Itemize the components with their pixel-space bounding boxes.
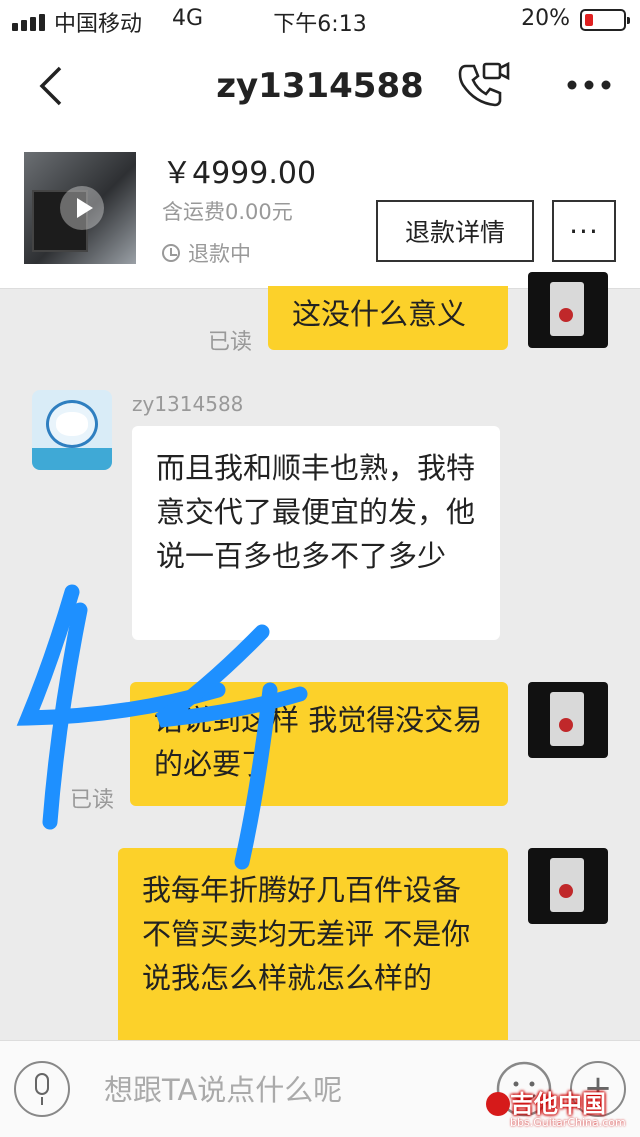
message-text: 而且我和顺丰也熟，我特意交代了最便宜的发，他说一百多也多不了多少 (156, 451, 476, 573)
my-avatar[interactable] (528, 682, 608, 758)
my-avatar[interactable] (528, 848, 608, 924)
message-input[interactable]: 想跟TA说点什么呢 (104, 1067, 342, 1109)
message-text: 我每年折腾好几百件设备 不管买卖均无差评 不是你说我怎么样就怎么样的 (142, 873, 471, 995)
refund-details-button[interactable]: 退款详情 (376, 200, 534, 262)
watermark-title: 吉他中国 (510, 1090, 606, 1118)
message-text: 这没什么意义 (292, 297, 467, 331)
chat-header: zy1314588 (0, 40, 640, 132)
battery-icon (580, 9, 630, 31)
play-icon[interactable] (60, 186, 104, 230)
message-bubble-incoming[interactable]: 而且我和顺丰也熟，我特意交代了最便宜的发，他说一百多也多不了多少 (132, 426, 500, 640)
product-price: ￥4999.00 (162, 156, 317, 191)
phone-video-icon[interactable] (458, 60, 510, 110)
read-receipt: 已读 (70, 788, 115, 813)
product-thumbnail[interactable] (24, 152, 136, 264)
site-watermark: 吉他中国 bbs.GuitarChina.com (480, 1076, 640, 1136)
order-status: 退款中 (162, 238, 251, 268)
my-avatar[interactable] (528, 272, 608, 348)
read-receipt: 已读 (208, 330, 253, 355)
message-bubble-outgoing[interactable]: 这没什么意义 (268, 286, 508, 350)
shipping-fee: 含运费0.00元 (162, 200, 293, 224)
more-options-button[interactable]: ··· (552, 200, 616, 262)
contact-avatar[interactable] (32, 390, 112, 470)
sender-name: zy1314588 (132, 392, 244, 416)
microphone-icon[interactable] (14, 1061, 70, 1117)
chat-title: zy1314588 (216, 66, 424, 106)
message-text: 话说到这样 我觉得没交易的必要了 (154, 703, 483, 781)
battery-percent: 20% (521, 6, 570, 31)
watermark-url: bbs.GuitarChina.com (510, 1116, 626, 1129)
order-status-label: 退款中 (188, 242, 251, 266)
more-horizontal-icon[interactable] (566, 78, 612, 92)
product-card: ￥4999.00 含运费0.00元 退款中 退款详情 ··· (0, 132, 640, 289)
status-bar: 中国移动 4G 下午6:13 20% (0, 0, 640, 40)
message-bubble-outgoing[interactable]: 话说到这样 我觉得没交易的必要了 (130, 682, 508, 806)
message-bubble-outgoing[interactable]: 我每年折腾好几百件设备 不管买卖均无差评 不是你说我怎么样就怎么样的 (118, 848, 508, 1048)
clock-icon (162, 244, 180, 262)
logo-icon (486, 1092, 510, 1116)
